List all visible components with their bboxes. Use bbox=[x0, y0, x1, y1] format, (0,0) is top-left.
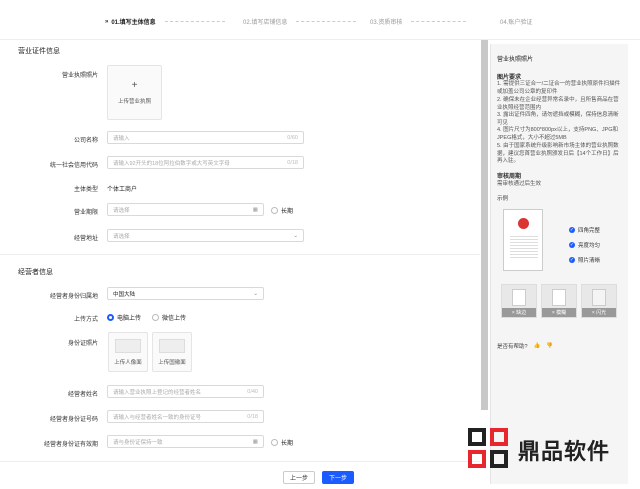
brand-watermark: 鼎品软件 bbox=[468, 428, 610, 472]
credit-code-input[interactable]: 请输入92开头的18位阿拉伯数字或大写英文字母 0/18 bbox=[107, 156, 304, 169]
company-name-label: 公司名称 bbox=[73, 138, 98, 144]
business-address-select[interactable]: 请选择 ⌄ bbox=[107, 229, 304, 242]
id-region-select[interactable]: 中国大陆 ⌄ bbox=[107, 287, 264, 300]
radio-icon bbox=[152, 314, 159, 321]
business-term-input[interactable]: 请选择 ▦ bbox=[107, 203, 264, 216]
upload-wechat-radio[interactable]: 微信上传 bbox=[152, 313, 186, 322]
bad-examples: × 缺边 × 模糊 × 闪光 bbox=[501, 284, 617, 318]
check-icon: ✓ bbox=[569, 242, 575, 248]
radio-icon bbox=[271, 207, 278, 214]
id-region-label: 经营者身份归属地 bbox=[49, 294, 98, 300]
thumbs-up-icon[interactable]: 👍 bbox=[534, 343, 541, 349]
requirement-4: 4. 图片尺寸为800*800px以上，支持PNG、JPG和JPEG格式，大小不… bbox=[497, 127, 619, 141]
requirement-2: 2. 确保未在企业经营异常名录中，且所售商品在营业执照经营范围内 bbox=[497, 97, 619, 111]
chevron-down-icon: ⌄ bbox=[293, 232, 298, 239]
entity-type-label: 主体类型 bbox=[73, 187, 98, 193]
example-label: 示例 bbox=[497, 196, 509, 202]
review-cycle-text: 需审核通过后生效 bbox=[497, 181, 542, 187]
chevron-down-icon: ⌄ bbox=[253, 290, 258, 297]
bad-example-thumb: × 模糊 bbox=[541, 284, 577, 318]
chevron-right-icon: » bbox=[105, 18, 109, 25]
check-item: ✓ 照片清晰 bbox=[569, 257, 601, 264]
requirements-title: 图片要求 bbox=[497, 75, 522, 81]
radio-selected-icon bbox=[107, 314, 114, 321]
check-icon: ✓ bbox=[569, 227, 575, 233]
business-term-label: 营业期限 bbox=[73, 210, 98, 216]
id-photo-label: 身份证照片 bbox=[67, 341, 98, 347]
upload-portrait-button[interactable]: 上传人像面 bbox=[108, 332, 148, 372]
upload-method-label: 上传方式 bbox=[73, 317, 98, 323]
footer-bar: 上一步 下一步 bbox=[0, 461, 480, 489]
thumbs-down-icon[interactable]: 👎 bbox=[546, 343, 553, 349]
company-name-input[interactable]: 请输入 0/60 bbox=[107, 131, 304, 144]
id-number-label: 经营者身份证号码 bbox=[49, 417, 98, 423]
step-4: 04.账户验证 bbox=[500, 20, 533, 26]
license-sample-image bbox=[503, 209, 543, 271]
check-item: ✓ 亮度均匀 bbox=[569, 242, 601, 249]
business-address-label: 经营地址 bbox=[73, 236, 98, 242]
license-long-term-checkbox[interactable]: 长期 bbox=[271, 206, 293, 215]
upload-computer-radio[interactable]: 电脑上传 bbox=[107, 313, 141, 322]
entity-type-value: 个体工商户 bbox=[107, 187, 138, 193]
helpful-feedback: 是否有帮助? 👍 👎 bbox=[497, 343, 554, 350]
brand-logo-icon bbox=[468, 428, 508, 468]
id-long-term-checkbox[interactable]: 长期 bbox=[271, 438, 293, 447]
step-1: » 01.填写主体信息 bbox=[105, 17, 225, 26]
scrollbar[interactable] bbox=[481, 40, 488, 410]
next-step-button[interactable]: 下一步 bbox=[322, 471, 354, 484]
id-card-front-icon bbox=[115, 338, 141, 353]
operator-name-input[interactable]: 请输入营业执照上登记的经营者姓名 0/40 bbox=[107, 385, 264, 398]
section-divider bbox=[0, 254, 480, 255]
check-icon: ✓ bbox=[569, 257, 575, 263]
id-card-back-icon bbox=[159, 338, 185, 353]
help-panel: 营业执照照片 图片要求 1. 需提供三证合一/二证合一的营业执照原件扫描件或加盖… bbox=[490, 44, 628, 484]
brand-text: 鼎品软件 bbox=[518, 439, 611, 464]
progress-steps: » 01.填写主体信息 02.填写店铺信息 03.资质审核 04.账户验证 bbox=[0, 0, 640, 40]
bad-example-thumb: × 闪光 bbox=[581, 284, 617, 318]
calendar-icon: ▦ bbox=[252, 438, 258, 445]
requirement-5: 5. 由于国家系统升级影响新市场主体的营业执照数据，建议您首营业执照颁发日后【1… bbox=[497, 143, 619, 164]
upload-license-button[interactable]: + 上传营业执照 bbox=[107, 65, 162, 120]
operator-name-label: 经营者姓名 bbox=[67, 392, 98, 398]
step-2: 02.填写店铺信息 bbox=[243, 17, 357, 26]
id-validity-input[interactable]: 请与身份证保持一致 ▦ bbox=[107, 435, 264, 448]
license-section-title: 营业证件信息 bbox=[18, 48, 60, 55]
calendar-icon: ▦ bbox=[252, 206, 258, 213]
upload-emblem-button[interactable]: 上传国徽面 bbox=[152, 332, 192, 372]
credit-code-label: 统一社会信用代码 bbox=[49, 163, 98, 169]
bad-example-thumb: × 缺边 bbox=[501, 284, 537, 318]
license-photo-label: 营业执照照片 bbox=[61, 73, 98, 79]
operator-section-title: 经营者信息 bbox=[18, 269, 53, 276]
requirement-3: 3. 露出证件四角，请勿遮挡或模糊，保持信息清晰可见 bbox=[497, 112, 619, 126]
radio-icon bbox=[271, 439, 278, 446]
step-3: 03.资质审核 bbox=[370, 17, 467, 26]
id-validity-label: 经营者身份证有效期 bbox=[43, 442, 98, 448]
main-form: 营业证件信息 营业执照照片 + 上传营业执照 公司名称 请输入 0/60 统一社… bbox=[0, 40, 480, 489]
plus-icon: + bbox=[131, 79, 138, 91]
check-item: ✓ 四角完整 bbox=[569, 227, 601, 234]
prev-step-button[interactable]: 上一步 bbox=[283, 471, 315, 484]
emblem-icon bbox=[518, 218, 529, 229]
quality-checks: ✓ 四角完整 ✓ 亮度均匀 ✓ 照片清晰 bbox=[569, 226, 600, 271]
panel-title: 营业执照照片 bbox=[497, 57, 534, 63]
requirement-1: 1. 需提供三证合一/二证合一的营业执照原件扫描件或加盖公司公章的复印件 bbox=[497, 81, 621, 95]
id-number-input[interactable]: 请输入与经营者姓名一致的身份证号 0/18 bbox=[107, 410, 264, 423]
